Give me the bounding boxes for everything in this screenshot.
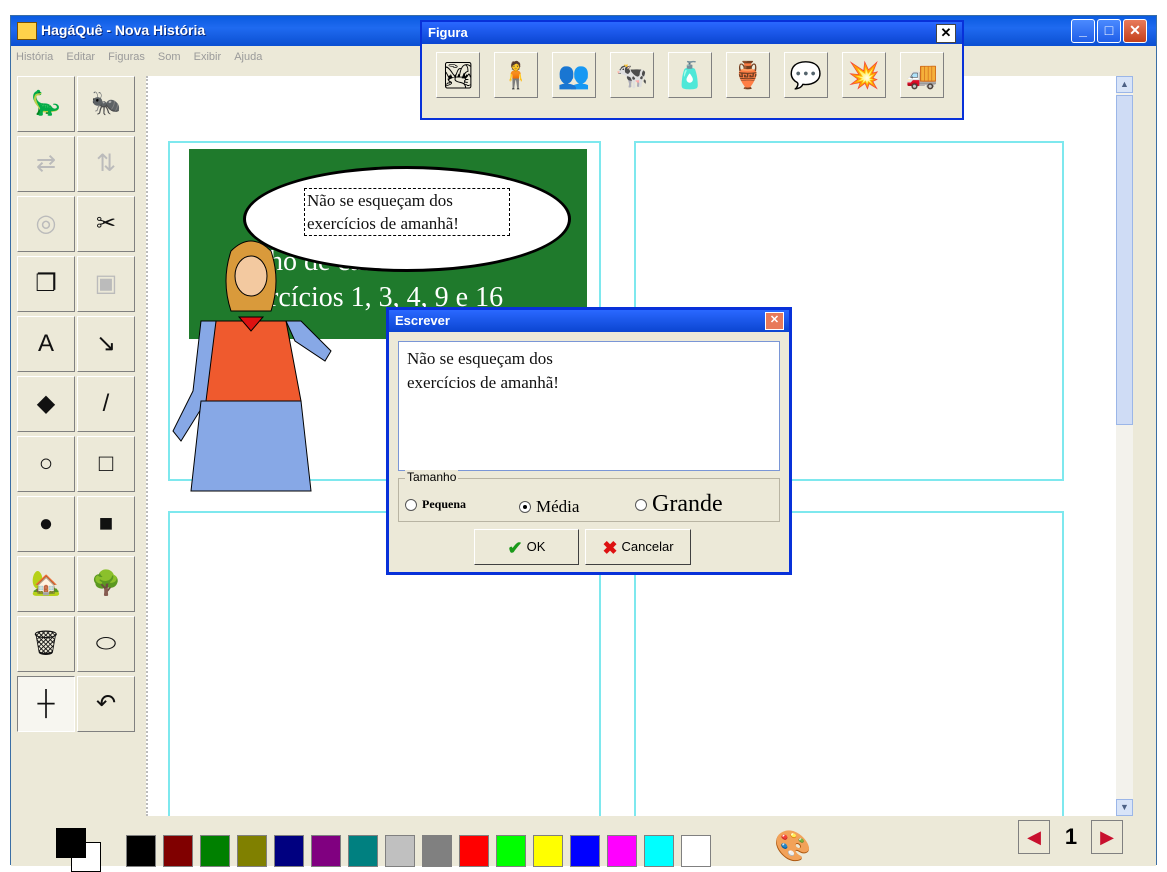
maximize-button[interactable]: □: [1097, 19, 1121, 43]
text-input[interactable]: [398, 341, 780, 471]
color-swatch[interactable]: [385, 835, 415, 867]
cancel-x-icon: ✖: [602, 537, 618, 558]
color-swatch[interactable]: [681, 835, 711, 867]
ok-button[interactable]: ✔ OK: [474, 529, 579, 565]
menu-ajuda[interactable]: Ajuda: [229, 46, 267, 63]
animals-icon[interactable]: 🐄: [610, 52, 654, 98]
ok-label: OK: [526, 539, 546, 554]
foreground-color-swatch[interactable]: [56, 828, 86, 858]
onomatopoeia-icon[interactable]: 💥: [842, 52, 886, 98]
scroll-thumb[interactable]: [1116, 95, 1133, 425]
size-group-label: Tamanho: [405, 470, 459, 484]
color-swatch[interactable]: [237, 835, 267, 867]
menu-som[interactable]: Som: [153, 46, 186, 63]
check-icon: ✔: [507, 537, 523, 558]
undo-icon[interactable]: ↶: [77, 676, 135, 732]
menu-editar[interactable]: Editar: [61, 46, 100, 63]
prev-page-button[interactable]: ◀: [1018, 820, 1050, 854]
pen-tool-icon[interactable]: ↘: [77, 316, 135, 372]
palette-icon[interactable]: 🎨: [773, 829, 813, 867]
color-swatch[interactable]: [311, 835, 341, 867]
stamp-house-icon[interactable]: 🏡: [17, 556, 75, 612]
size-large-radio[interactable]: Grande: [635, 491, 723, 518]
window-title: HagáQuê - Nova História: [41, 22, 206, 38]
color-swatch[interactable]: [274, 835, 304, 867]
dialog-close-button[interactable]: ✕: [765, 312, 784, 330]
color-swatch[interactable]: [607, 835, 637, 867]
next-page-button[interactable]: ▶: [1091, 820, 1123, 854]
color-swatch[interactable]: [570, 835, 600, 867]
flip-horizontal-icon[interactable]: ⇄: [17, 136, 75, 192]
vertical-scrollbar[interactable]: ▲ ▼: [1116, 76, 1133, 816]
paste-icon[interactable]: ▣: [77, 256, 135, 312]
escrever-dialog: Escrever ✕ Tamanho Pequena Média Grande …: [386, 307, 792, 575]
color-swatch[interactable]: [163, 835, 193, 867]
color-swatch[interactable]: [422, 835, 452, 867]
line-tool-icon[interactable]: /: [77, 376, 135, 432]
menu-historia[interactable]: História: [11, 46, 58, 63]
copy-icon[interactable]: ❐: [17, 256, 75, 312]
size-medium-radio[interactable]: Média: [519, 497, 579, 517]
menu-figuras[interactable]: Figuras: [103, 46, 150, 63]
size-medium-label: Média: [536, 497, 580, 516]
radio-medium-dot: [519, 501, 531, 513]
figura-close-button[interactable]: ✕: [936, 24, 956, 43]
character-icon[interactable]: 🧍: [494, 52, 538, 98]
stamp-tree-icon[interactable]: 🌳: [77, 556, 135, 612]
rotate-icon[interactable]: ◎: [17, 196, 75, 252]
speech-bubble-text[interactable]: Não se esqueçam dos exercícios de amanhã…: [304, 188, 510, 236]
scroll-down-icon[interactable]: ▼: [1116, 799, 1133, 816]
ant-icon[interactable]: 🐜: [77, 76, 135, 132]
people-icon[interactable]: 👥: [552, 52, 596, 98]
color-swatch[interactable]: [459, 835, 489, 867]
page-number: 1: [1064, 824, 1078, 849]
speech-balloon-icon[interactable]: 💬: [784, 52, 828, 98]
color-swatch[interactable]: [644, 835, 674, 867]
color-swatch[interactable]: [126, 835, 156, 867]
objects-jar-icon[interactable]: 🏺: [726, 52, 770, 98]
ellipse-filled-icon[interactable]: ●: [17, 496, 75, 552]
figura-toolbar: Figura ✕ 🏞 🧍 👥 🐄 🧴 🏺 💬 💥 🚚: [420, 20, 964, 120]
tools-toolbar: 🦕 🐜 ⇄ ⇅ ◎ ✂ ❐ ▣ A ↘ ◆ / ○ □ ● ■ 🏡 🌳 🗑 ⬭ ┼ ↶: [17, 76, 145, 816]
flip-vertical-icon[interactable]: ⇅: [77, 136, 135, 192]
cancel-button[interactable]: ✖ Cancelar: [585, 529, 691, 565]
minimize-button[interactable]: _: [1071, 19, 1095, 43]
rectangle-filled-icon[interactable]: ■: [77, 496, 135, 552]
dialog-title: Escrever: [395, 313, 450, 328]
color-swatch[interactable]: [533, 835, 563, 867]
color-swatch[interactable]: [496, 835, 526, 867]
app-icon: [17, 22, 37, 40]
cancel-label: Cancelar: [621, 539, 674, 554]
truck-icon[interactable]: 🚚: [900, 52, 944, 98]
color-swatch[interactable]: [200, 835, 230, 867]
scroll-up-icon[interactable]: ▲: [1116, 76, 1133, 93]
objects-bottle-icon[interactable]: 🧴: [668, 52, 712, 98]
figura-title: Figura: [428, 25, 468, 40]
dinosaur-icon[interactable]: 🦕: [17, 76, 75, 132]
fill-bucket-icon[interactable]: ◆: [17, 376, 75, 432]
size-small-label: Pequena: [422, 497, 467, 511]
crosshair-icon[interactable]: ┼: [17, 676, 75, 732]
text-tool-icon[interactable]: A: [17, 316, 75, 372]
size-group: Tamanho Pequena Média Grande: [398, 470, 780, 522]
menu-exibir[interactable]: Exibir: [189, 46, 227, 63]
background-scene-icon[interactable]: 🏞: [436, 52, 480, 98]
rectangle-outline-icon[interactable]: □: [77, 436, 135, 492]
scissors-icon[interactable]: ✂: [77, 196, 135, 252]
figura-title-bar[interactable]: Figura ✕: [422, 22, 962, 44]
color-swatch[interactable]: [348, 835, 378, 867]
trash-icon[interactable]: 🗑: [17, 616, 75, 672]
size-small-radio[interactable]: Pequena: [405, 497, 466, 512]
bottom-bar: 🎨: [11, 816, 1156, 872]
close-button[interactable]: ✕: [1123, 19, 1147, 43]
eraser-icon[interactable]: ⬭: [77, 616, 135, 672]
size-large-label: Grande: [652, 491, 723, 517]
radio-large-dot: [635, 498, 647, 511]
teacher-figure[interactable]: [161, 231, 341, 501]
radio-small-dot: [405, 498, 417, 511]
ellipse-outline-icon[interactable]: ○: [17, 436, 75, 492]
dialog-title-bar[interactable]: Escrever ✕: [389, 310, 789, 332]
